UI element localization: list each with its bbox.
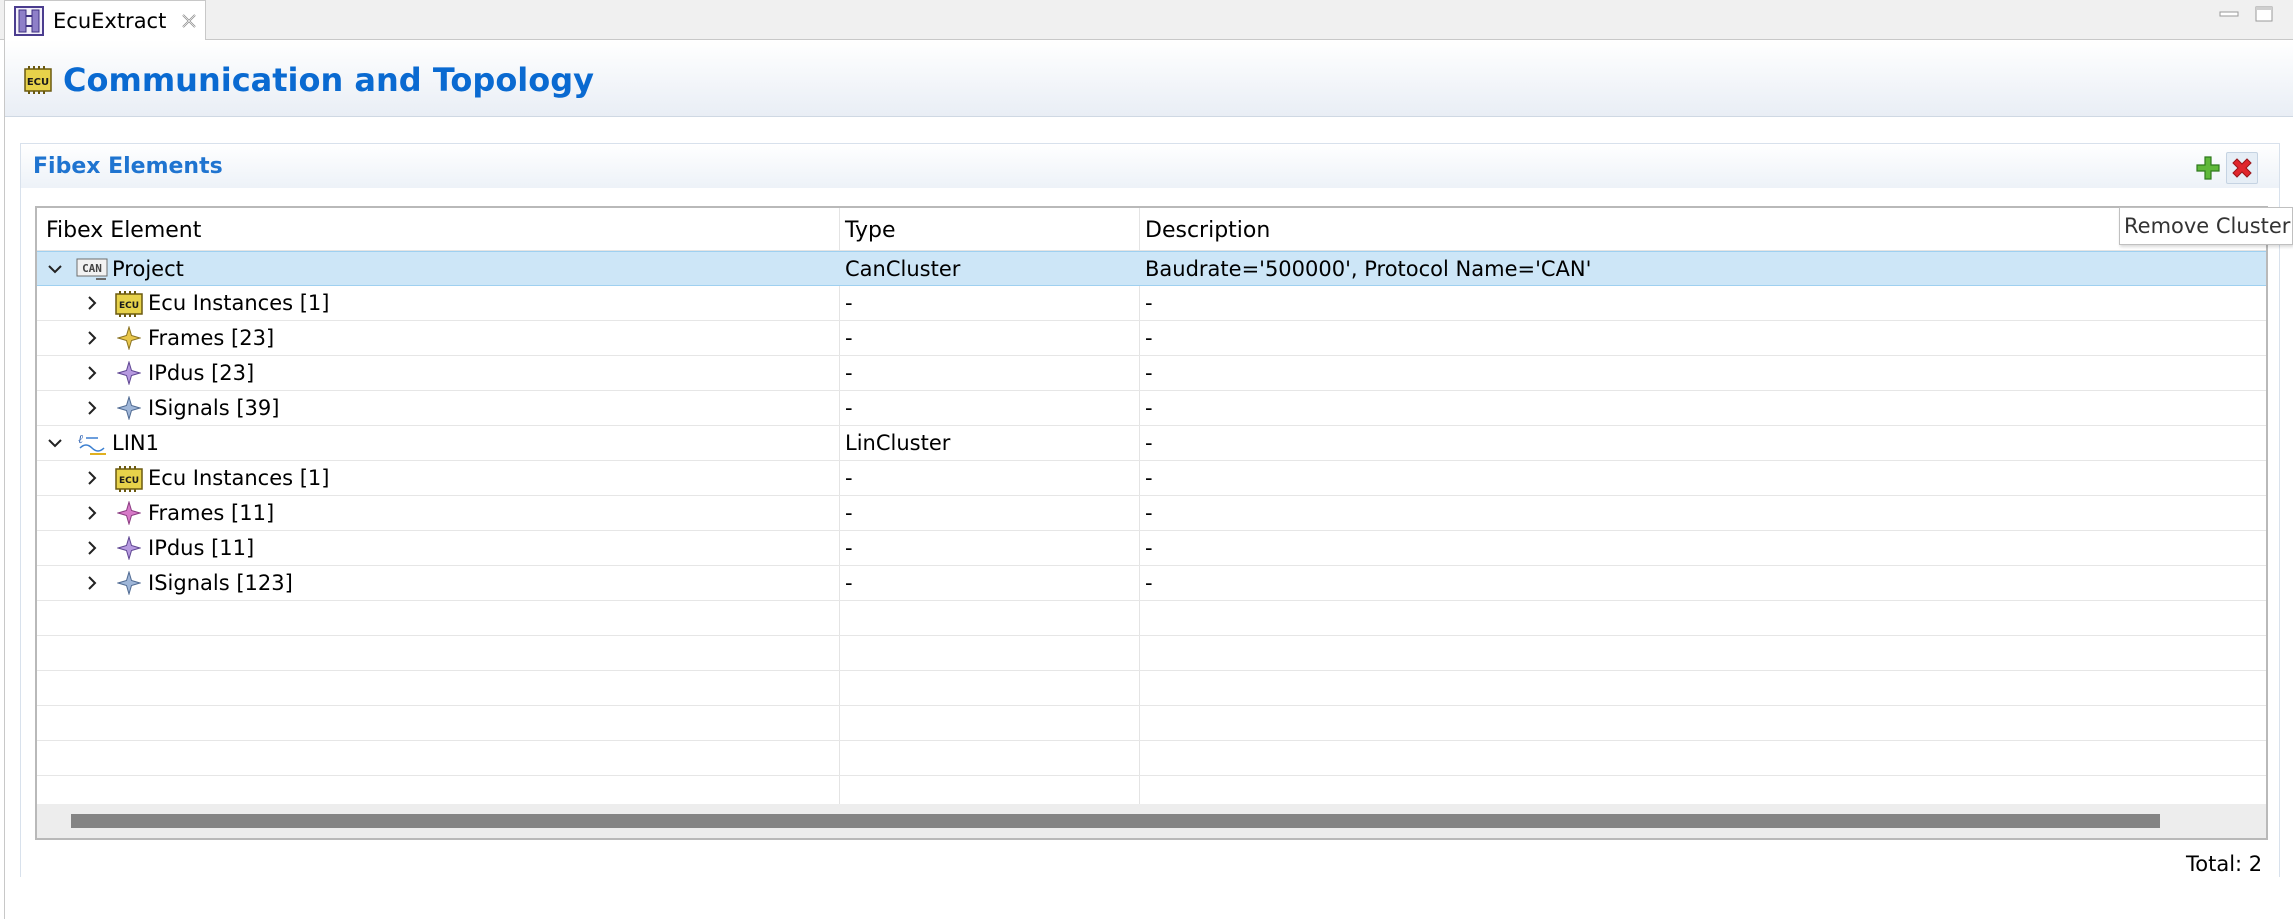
lin-cluster-icon: ℓ	[78, 432, 106, 455]
chevron-down-icon[interactable]	[47, 435, 63, 451]
empty-row	[37, 601, 2266, 636]
chevron-down-icon[interactable]	[47, 261, 63, 277]
row-name: Project	[112, 257, 184, 281]
row-name: Frames [11]	[148, 501, 275, 525]
ecu-chip-icon: ECU	[115, 466, 143, 492]
scrollbar-thumb[interactable]	[71, 814, 2160, 828]
close-icon[interactable]	[180, 12, 198, 30]
row-name: Ecu Instances [1]	[148, 291, 330, 315]
row-description: -	[1145, 361, 1153, 385]
table-row[interactable]: ISignals [39] - -	[37, 391, 2266, 426]
row-name: ISignals [39]	[148, 396, 280, 420]
can-cluster-icon: CAN	[76, 258, 108, 280]
row-type: LinCluster	[845, 431, 951, 455]
empty-row	[37, 706, 2266, 741]
chevron-right-icon[interactable]	[84, 295, 100, 311]
row-name: IPdus [11]	[148, 536, 255, 560]
total-count: Total: 2	[2186, 852, 2263, 876]
section-header: Fibex Elements	[21, 144, 2279, 188]
maximize-icon[interactable]	[2253, 6, 2275, 22]
ecu-chip-icon: ECU	[24, 66, 52, 94]
empty-row	[37, 741, 2266, 776]
svg-text:ECU: ECU	[119, 476, 139, 486]
column-header-description[interactable]: Description	[1145, 218, 1270, 243]
form-header: ECU Communication and Topology	[5, 40, 2293, 117]
tab-label: EcuExtract	[53, 8, 167, 33]
row-description: -	[1145, 326, 1153, 350]
row-description: -	[1145, 396, 1153, 420]
chevron-right-icon[interactable]	[84, 470, 100, 486]
svg-text:CAN: CAN	[82, 262, 102, 275]
table-row[interactable]: Frames [23] - -	[37, 321, 2266, 356]
row-name: LIN1	[112, 431, 159, 455]
row-name: Ecu Instances [1]	[148, 466, 330, 490]
row-type: -	[845, 361, 853, 385]
empty-row	[37, 776, 2266, 804]
empty-row	[37, 636, 2266, 671]
form-title: Communication and Topology	[63, 61, 595, 99]
isignal-star-icon	[117, 396, 141, 420]
tooltip: Remove Cluster	[2119, 207, 2293, 245]
chevron-right-icon[interactable]	[84, 330, 100, 346]
table-header: Fibex Element Type Description	[37, 208, 2266, 251]
editor-tab-bar: EcuExtract	[0, 0, 2293, 40]
row-description: -	[1145, 466, 1153, 490]
table-row[interactable]: ISignals [123] - -	[37, 566, 2266, 601]
ipdu-star-icon	[117, 361, 141, 385]
isignal-star-icon	[117, 571, 141, 595]
row-name: Frames [23]	[148, 326, 275, 350]
svg-text:ECU: ECU	[119, 301, 139, 311]
chevron-right-icon[interactable]	[84, 400, 100, 416]
chevron-right-icon[interactable]	[84, 575, 100, 591]
row-description: -	[1145, 501, 1153, 525]
row-type: -	[845, 571, 853, 595]
chevron-right-icon[interactable]	[84, 540, 100, 556]
table-row[interactable]: CAN Project CanCluster Baudrate='500000'…	[37, 251, 2266, 286]
row-type: -	[845, 536, 853, 560]
table-row[interactable]: IPdus [11] - -	[37, 531, 2266, 566]
row-name: ISignals [123]	[148, 571, 293, 595]
empty-row	[37, 671, 2266, 706]
horizontal-scrollbar[interactable]	[37, 804, 2266, 838]
table-row[interactable]: ECU Ecu Instances [1] - -	[37, 461, 2266, 496]
table-row[interactable]: ECU Ecu Instances [1] - -	[37, 286, 2266, 321]
ecu-extract-icon	[14, 5, 44, 36]
row-description: -	[1145, 536, 1153, 560]
row-type: CanCluster	[845, 257, 961, 281]
ecu-chip-icon: ECU	[115, 291, 143, 317]
section-title[interactable]: Fibex Elements	[33, 154, 223, 179]
frame-star-icon	[117, 326, 141, 350]
ipdu-star-icon	[117, 536, 141, 560]
row-type: -	[845, 326, 853, 350]
column-header-type[interactable]: Type	[845, 218, 896, 243]
row-description: Baudrate='500000', Protocol Name='CAN'	[1145, 257, 1592, 281]
row-description: -	[1145, 431, 1153, 455]
row-name: IPdus [23]	[148, 361, 255, 385]
table-row[interactable]: IPdus [23] - -	[37, 356, 2266, 391]
table-row[interactable]: ℓ LIN1 LinCluster -	[37, 426, 2266, 461]
row-description: -	[1145, 291, 1153, 315]
fibex-tree-table[interactable]: Fibex Element Type Description CAN Proje…	[35, 206, 2268, 840]
row-type: -	[845, 466, 853, 490]
remove-cluster-button[interactable]	[2226, 152, 2258, 184]
row-type: -	[845, 396, 853, 420]
add-icon[interactable]	[2195, 155, 2221, 181]
svg-text:ECU: ECU	[27, 77, 49, 88]
minimize-icon[interactable]	[2218, 6, 2240, 22]
row-type: -	[845, 501, 853, 525]
frame-star-icon	[117, 501, 141, 525]
row-type: -	[845, 291, 853, 315]
svg-text:ℓ: ℓ	[78, 432, 83, 446]
tab-ecuextract[interactable]: EcuExtract	[4, 0, 206, 40]
row-description: -	[1145, 571, 1153, 595]
column-header-fibex-element[interactable]: Fibex Element	[46, 218, 201, 243]
chevron-right-icon[interactable]	[84, 365, 100, 381]
chevron-right-icon[interactable]	[84, 505, 100, 521]
remove-icon	[2232, 158, 2252, 178]
table-row[interactable]: Frames [11] - -	[37, 496, 2266, 531]
